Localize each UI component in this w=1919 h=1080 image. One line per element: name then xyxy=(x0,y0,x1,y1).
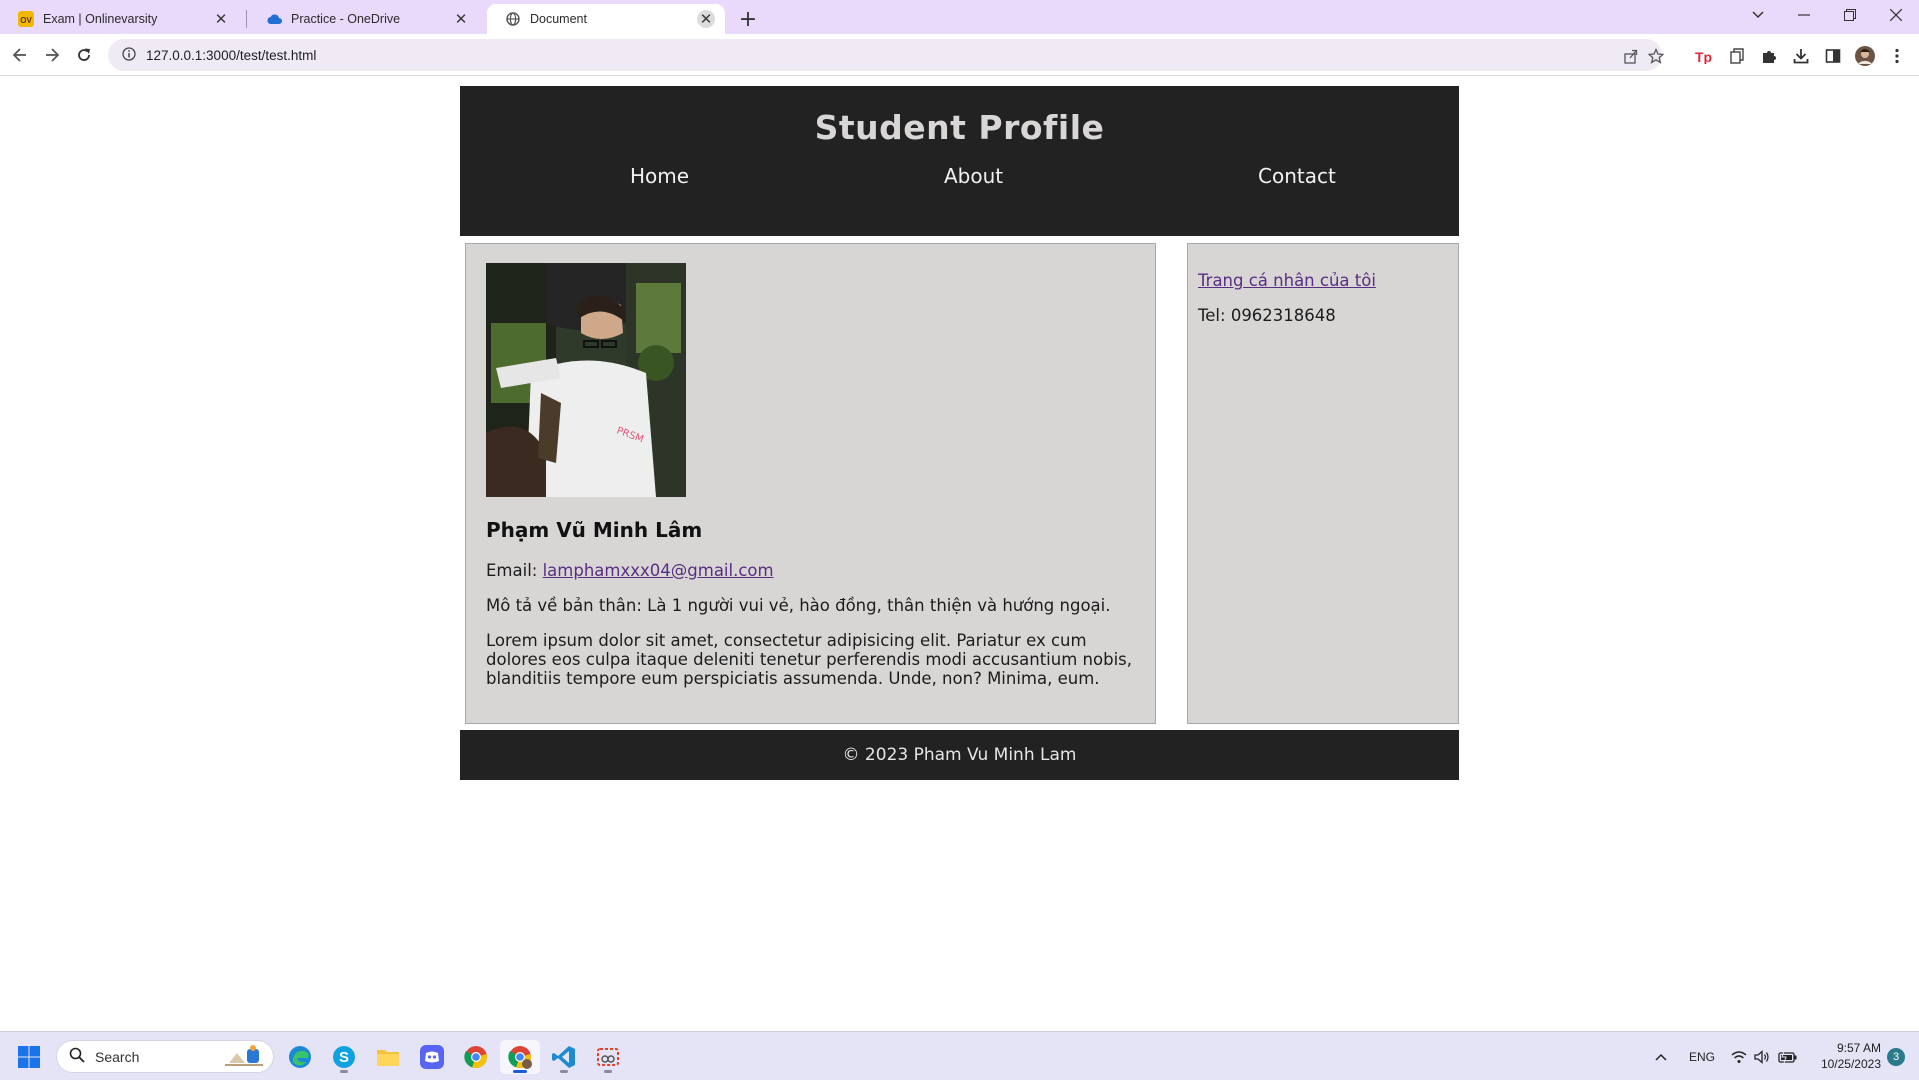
web-page: Student Profile Home About Contact PRSM … xyxy=(0,77,1919,1031)
arrow-left-icon xyxy=(12,48,26,62)
forward-button[interactable] xyxy=(38,41,66,69)
snipping-tool-icon xyxy=(597,1048,619,1066)
site-nav: Home About Contact xyxy=(460,148,1459,208)
bookmark-star-icon[interactable] xyxy=(1646,46,1666,66)
vscode-icon xyxy=(552,1046,575,1068)
profile-avatar[interactable] xyxy=(1854,45,1876,67)
taskbar-skype[interactable]: S xyxy=(324,1040,364,1074)
taskbar-chrome-profile[interactable] xyxy=(500,1040,540,1074)
chrome-profile-icon xyxy=(508,1046,532,1069)
windows-start-icon[interactable] xyxy=(18,1046,40,1072)
tray-overflow-chevron-icon[interactable] xyxy=(1655,1032,1667,1080)
tab-title: Document xyxy=(530,12,587,26)
site-info-icon[interactable] xyxy=(122,46,136,65)
extensions-puzzle-icon[interactable] xyxy=(1758,45,1780,67)
clock-time: 9:57 AM xyxy=(1836,1041,1881,1055)
tab-strip: OV Exam | Onlinevarsity ✕ Practice - One… xyxy=(0,0,1919,34)
reload-button[interactable] xyxy=(70,41,98,69)
new-tab-button[interactable]: + xyxy=(735,6,761,32)
tab-exam-onlinevarsity[interactable]: OV Exam | Onlinevarsity ✕ xyxy=(0,4,240,34)
language-indicator[interactable]: ENG xyxy=(1689,1032,1715,1080)
nav-link-home[interactable]: Home xyxy=(630,164,689,188)
download-icon[interactable] xyxy=(1790,45,1812,67)
address-bar[interactable]: 127.0.0.1:3000/test/test.html xyxy=(108,39,1664,71)
my-profile-link[interactable]: Trang cá nhân của tôi xyxy=(1198,271,1448,291)
running-indicator xyxy=(513,1070,527,1073)
discord-icon xyxy=(420,1045,444,1069)
svg-text:S: S xyxy=(339,1049,349,1066)
ov-logo-text: OV xyxy=(20,16,32,25)
side-panel-icon[interactable] xyxy=(1822,45,1844,67)
onedrive-cloud-icon xyxy=(266,11,282,27)
taskbar-file-explorer[interactable] xyxy=(368,1040,408,1074)
tab-search-chevron-icon[interactable] xyxy=(1735,0,1781,30)
running-indicator xyxy=(560,1070,568,1073)
wifi-icon[interactable] xyxy=(1731,1032,1747,1080)
tab-divider xyxy=(246,10,247,28)
address-url: 127.0.0.1:3000/test/test.html xyxy=(146,47,317,63)
nav-link-about[interactable]: About xyxy=(944,164,1003,188)
taskbar-chrome[interactable] xyxy=(456,1040,496,1074)
email-label: Email: xyxy=(486,561,543,580)
taskbar-edge[interactable] xyxy=(280,1040,320,1074)
taskbar-discord[interactable] xyxy=(412,1040,452,1074)
taskbar-search-box[interactable]: Search xyxy=(56,1040,274,1073)
taskbar-vscode[interactable] xyxy=(544,1040,584,1074)
share-icon[interactable] xyxy=(1621,46,1641,66)
arrow-right-icon xyxy=(46,48,60,62)
globe-icon xyxy=(505,11,521,27)
copy-extension-icon[interactable] xyxy=(1726,45,1748,67)
ov-logo-icon: OV xyxy=(18,11,34,27)
email-link[interactable]: lamphamxxx04@gmail.com xyxy=(543,561,774,580)
close-icon[interactable]: ✕ xyxy=(452,10,470,28)
tab-title: Exam | Onlinevarsity xyxy=(43,12,158,26)
back-button[interactable] xyxy=(6,41,34,69)
nav-link-contact[interactable]: Contact xyxy=(1258,164,1336,188)
site-header: Student Profile Home About Contact xyxy=(460,86,1459,236)
windows-taskbar: Search S ENG 9:57 AM 10/25/2023 3 xyxy=(0,1031,1919,1080)
self-description: Mô tả về bản thân: Là 1 người vui vẻ, hà… xyxy=(486,596,1111,615)
volume-icon[interactable] xyxy=(1754,1032,1770,1080)
search-highlight-icon xyxy=(223,1043,265,1071)
restore-button[interactable] xyxy=(1827,0,1873,30)
phone-number: Tel: 0962318648 xyxy=(1198,306,1336,325)
running-indicator xyxy=(604,1070,612,1073)
minimize-button[interactable] xyxy=(1781,0,1827,30)
tab-document[interactable]: Document ✕ xyxy=(487,4,725,34)
contact-sidebar: Trang cá nhân của tôi Tel: 0962318648 xyxy=(1187,243,1459,724)
taskbar-snipping-tool[interactable] xyxy=(588,1040,628,1074)
page-title: Student Profile xyxy=(814,108,1105,147)
reload-icon xyxy=(78,48,90,61)
file-explorer-icon xyxy=(377,1050,399,1066)
translate-extension-icon[interactable]: Tp xyxy=(1693,45,1715,67)
close-icon[interactable]: ✕ xyxy=(212,10,230,28)
email-line: Email: lamphamxxx04@gmail.com xyxy=(486,561,1135,580)
tab-practice-onedrive[interactable]: Practice - OneDrive ✕ xyxy=(248,4,480,34)
lorem-paragraph: Lorem ipsum dolor sit amet, consectetur … xyxy=(486,631,1132,688)
clock-date: 10/25/2023 xyxy=(1820,1057,1881,1071)
profile-main-panel: PRSM Phạm Vũ Minh Lâm Email: lamphamxxx0… xyxy=(465,243,1156,724)
svg-text:Tp: Tp xyxy=(1695,49,1712,64)
battery-icon[interactable] xyxy=(1778,1032,1798,1080)
site-footer: © 2023 Pham Vu Minh Lam xyxy=(460,730,1459,780)
taskbar-clock[interactable]: 9:57 AM 10/25/2023 xyxy=(1811,1040,1881,1072)
notification-badge[interactable]: 3 xyxy=(1887,1048,1905,1066)
edge-icon xyxy=(289,1046,311,1068)
tab-title: Practice - OneDrive xyxy=(291,12,401,26)
browser-toolbar: 127.0.0.1:3000/test/test.html Tp xyxy=(0,34,1919,76)
student-name: Phạm Vũ Minh Lâm xyxy=(486,518,703,542)
profile-photo: PRSM xyxy=(486,263,686,497)
close-window-button[interactable] xyxy=(1873,0,1919,30)
skype-icon: S xyxy=(333,1046,355,1068)
more-menu-icon[interactable] xyxy=(1886,45,1908,67)
close-icon[interactable]: ✕ xyxy=(697,10,715,28)
running-indicator xyxy=(340,1070,348,1073)
search-placeholder: Search xyxy=(95,1048,140,1065)
search-icon xyxy=(69,1047,85,1067)
chrome-icon xyxy=(464,1046,487,1069)
page-container: Student Profile Home About Contact PRSM … xyxy=(460,86,1459,780)
